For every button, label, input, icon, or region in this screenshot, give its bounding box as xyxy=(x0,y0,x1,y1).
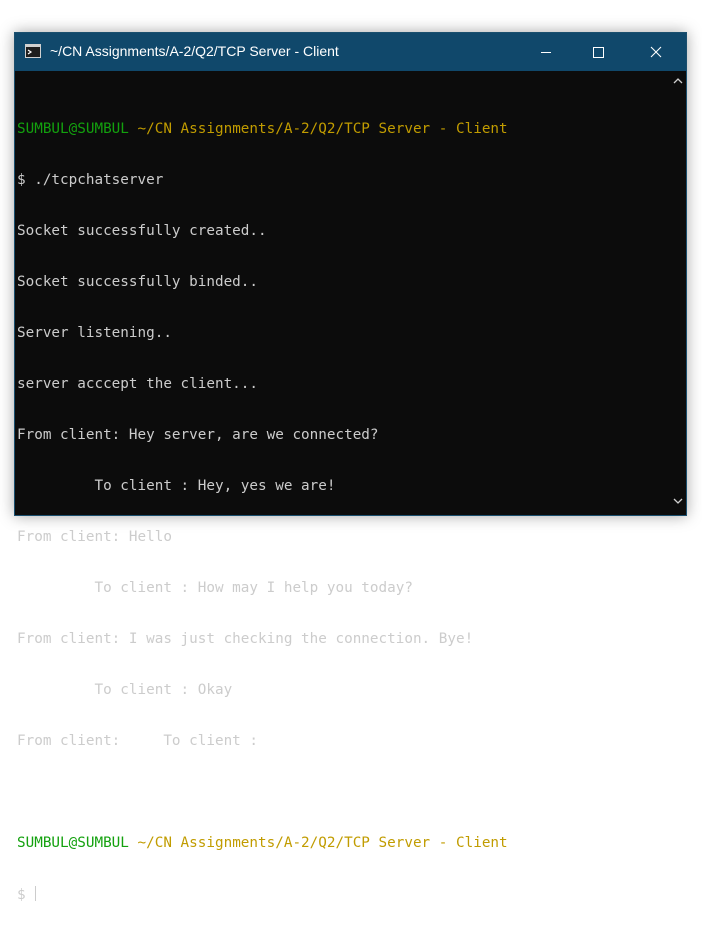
terminal-window: ~/CN Assignments/A-2/Q2/TCP Server - Cli… xyxy=(14,32,687,903)
minimize-icon xyxy=(541,52,551,53)
close-icon xyxy=(650,46,662,58)
output-line: To client : Hey, yes we are! xyxy=(17,478,336,494)
scroll-down-icon[interactable] xyxy=(673,497,683,505)
terminal-icon xyxy=(25,44,41,58)
text-cursor xyxy=(35,886,37,901)
output-line: Socket successfully created.. xyxy=(17,223,267,239)
window-title: ~/CN Assignments/A-2/Q2/TCP Server - Cli… xyxy=(50,43,339,59)
output-line: server acccept the client... xyxy=(17,376,259,392)
maximize-icon xyxy=(593,47,604,58)
output-line: From client: Hello xyxy=(17,529,172,545)
prompt-path: ~/CN Assignments/A-2/Q2/TCP Server - Cli… xyxy=(137,835,508,851)
terminal-output[interactable]: SUMBUL@SUMBUL ~/CN Assignments/A-2/Q2/TC… xyxy=(15,71,670,903)
prompt-line: SUMBUL@SUMBUL ~/CN Assignments/A-2/Q2/TC… xyxy=(17,835,508,852)
output-line: From client: Hey server, are we connecte… xyxy=(17,427,379,443)
output-line: To client : Okay xyxy=(17,682,233,698)
output-line: To client : How may I help you today? xyxy=(17,580,413,596)
command-line: $ ./tcpchatserver xyxy=(17,172,164,188)
title-bar[interactable]: ~/CN Assignments/A-2/Q2/TCP Server - Cli… xyxy=(15,33,686,71)
scroll-up-icon[interactable] xyxy=(673,77,683,85)
close-button[interactable] xyxy=(633,33,679,71)
prompt-line: SUMBUL@SUMBUL ~/CN Assignments/A-2/Q2/TC… xyxy=(17,121,508,138)
output-line: From client: To client : xyxy=(17,733,259,749)
input-prompt: $ xyxy=(17,887,35,903)
input-line[interactable]: $ xyxy=(17,886,508,903)
prompt-user: SUMBUL@SUMBUL xyxy=(17,121,129,137)
output-line: From client: I was just checking the con… xyxy=(17,631,474,647)
output-line: Server listening.. xyxy=(17,325,172,341)
output-line: Socket successfully binded.. xyxy=(17,274,259,290)
vertical-scrollbar[interactable] xyxy=(670,71,686,515)
minimize-button[interactable] xyxy=(523,33,569,71)
prompt-path: ~/CN Assignments/A-2/Q2/TCP Server - Cli… xyxy=(137,121,508,137)
maximize-button[interactable] xyxy=(575,33,621,71)
prompt-user: SUMBUL@SUMBUL xyxy=(17,835,129,851)
